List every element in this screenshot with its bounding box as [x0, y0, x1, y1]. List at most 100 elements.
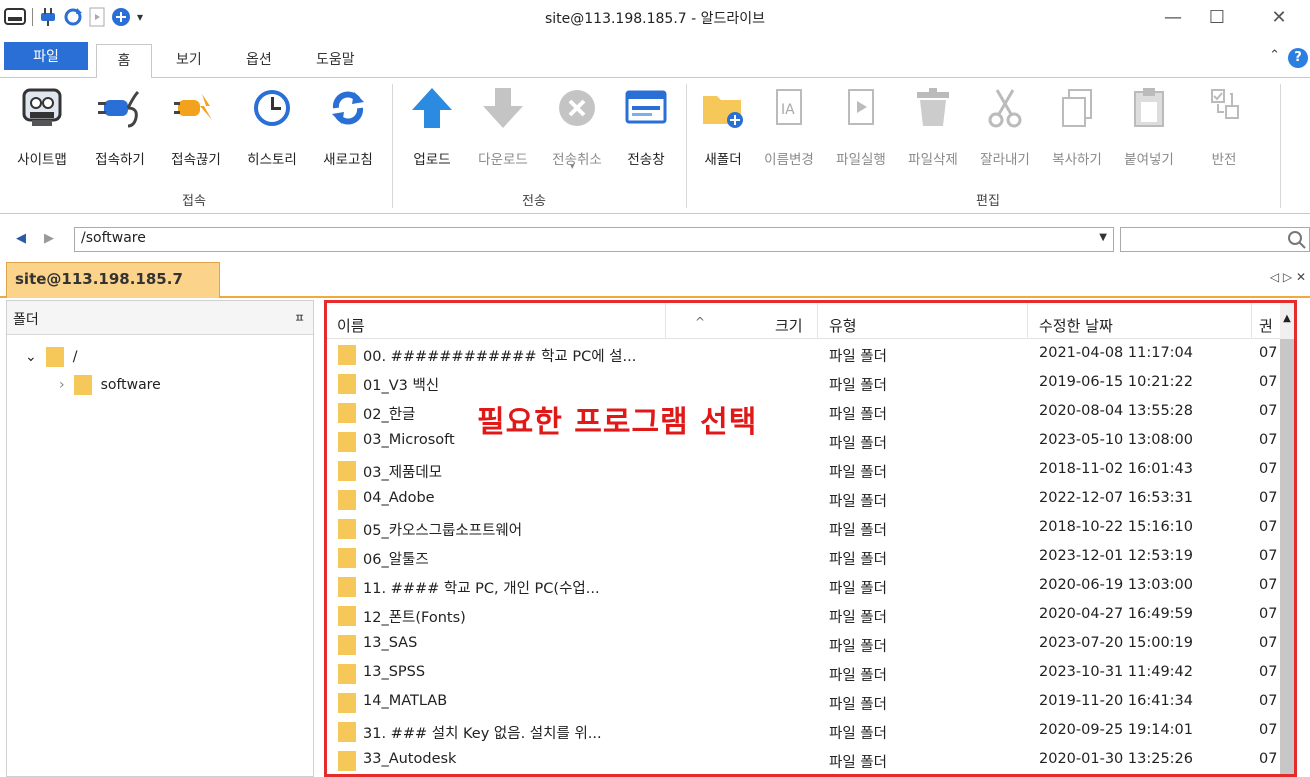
- expand-icon[interactable]: ⌄: [25, 349, 37, 365]
- invert-selection-button[interactable]: 반전: [1196, 86, 1252, 178]
- upload-arrow-icon: [412, 88, 452, 128]
- close-button[interactable]: ✕: [1256, 0, 1302, 34]
- help-icon[interactable]: ?: [1288, 48, 1308, 68]
- tree-item-label: software: [100, 377, 161, 393]
- upload-button[interactable]: 업로드: [404, 86, 460, 178]
- table-row[interactable]: 06_알툴즈 파일 폴더 2023-12-01 12:53:19 07: [327, 544, 1294, 570]
- delete-file-button[interactable]: 파일삭제: [898, 86, 968, 178]
- invert-select-icon: [1211, 89, 1239, 119]
- folder-pane: 폴더 ㅍ ⌄ / › software: [6, 300, 314, 777]
- column-name[interactable]: 이름: [337, 315, 365, 336]
- rename-button[interactable]: IA 이름변경: [754, 86, 824, 178]
- table-row[interactable]: 03_제품데모 파일 폴더 2018-11-02 16:01:43 07: [327, 457, 1294, 483]
- run-file-button[interactable]: 파일실행: [826, 86, 896, 178]
- pin-icon[interactable]: ㅍ: [294, 309, 305, 326]
- scroll-up-icon[interactable]: ▲: [1280, 303, 1294, 339]
- table-row[interactable]: 03_Microsoft 파일 폴더 2023-05-10 13:08:00 07: [327, 428, 1294, 454]
- paste-label: 붙여넣기: [1124, 152, 1174, 168]
- folder-icon: [338, 490, 356, 510]
- table-row[interactable]: 13_SPSS 파일 폴더 2023-10-31 11:49:42 07: [327, 660, 1294, 686]
- tab-view[interactable]: 보기: [162, 44, 216, 78]
- tab-file[interactable]: 파일: [4, 42, 88, 70]
- ribbon-separator: [1280, 84, 1281, 208]
- column-modified[interactable]: 수정한 날짜: [1039, 315, 1113, 336]
- ribbon: 사이트맵 접속하기 접속끊기 히스토리 새로고침 접속 업로드 다운로드 전송취…: [0, 78, 1310, 214]
- file-list: 이름 ^ 크기 유형 수정한 날짜 권 ▲ 00. ############ 학…: [324, 300, 1297, 777]
- search-input[interactable]: [1120, 227, 1310, 252]
- menu-tabs: 파일 홈 보기 옵션 도움말 ⌃ ?: [0, 40, 1310, 79]
- sitemap-button[interactable]: 사이트맵: [6, 86, 78, 178]
- table-row[interactable]: 11. #### 학교 PC, 개인 PC(수업... 파일 폴더 2020-06-…: [327, 573, 1294, 599]
- transfer-window-button[interactable]: 전송창: [614, 86, 678, 178]
- folder-icon: [338, 374, 356, 394]
- history-button[interactable]: 히스토리: [236, 86, 308, 178]
- column-divider[interactable]: [665, 303, 666, 339]
- cell-type: 파일 폴더: [829, 523, 887, 539]
- column-divider[interactable]: [1251, 303, 1252, 339]
- cell-modified: 2021-04-08 11:17:04: [1039, 345, 1193, 361]
- window-title: site@113.198.185.7 - 알드라이브: [544, 11, 766, 27]
- tab-help[interactable]: 도움말: [302, 44, 369, 78]
- column-divider[interactable]: [817, 303, 818, 339]
- table-row[interactable]: 13_SAS 파일 폴더 2023-07-20 15:00:19 07: [327, 631, 1294, 657]
- table-row[interactable]: 02_한글 파일 폴더 2020-08-04 13:55:28 07: [327, 399, 1294, 425]
- table-row[interactable]: 12_폰트(Fonts) 파일 폴더 2020-04-27 16:49:59 07: [327, 602, 1294, 628]
- minimize-button[interactable]: —: [1150, 0, 1196, 34]
- path-input[interactable]: /software ▼: [74, 227, 1114, 252]
- folder-pane-title: 폴더: [13, 312, 39, 328]
- collapse-ribbon-icon[interactable]: ⌃: [1269, 48, 1280, 63]
- table-row[interactable]: 04_Adobe 파일 폴더 2022-12-07 16:53:31 07: [327, 486, 1294, 512]
- cell-name: 13_SAS: [363, 635, 418, 651]
- tab-options[interactable]: 옵션: [232, 44, 286, 78]
- tree-item-label: /: [72, 349, 78, 365]
- folder-icon: [338, 693, 356, 713]
- path-dropdown-icon[interactable]: ▼: [1099, 232, 1107, 243]
- forward-icon[interactable]: ▶: [44, 231, 54, 246]
- folder-icon: [338, 635, 356, 655]
- table-row[interactable]: 00. ############ 학교 PC에 설... 파일 폴더 2021-04…: [327, 341, 1294, 367]
- refresh-button[interactable]: 새로고침: [312, 86, 384, 178]
- table-row[interactable]: 33_Autodesk 파일 폴더 2020-01-30 13:25:26 07: [327, 747, 1294, 773]
- cell-name: 31. ### 설치 Key 없음. 설치를 위...: [363, 726, 602, 742]
- tab-home[interactable]: 홈: [96, 44, 152, 79]
- group-transfer-label: 전송: [522, 194, 546, 209]
- download-button[interactable]: 다운로드: [468, 86, 538, 178]
- folder-icon: [338, 345, 356, 365]
- unplug-icon: [174, 94, 212, 120]
- search-icon[interactable]: [1287, 230, 1307, 250]
- clock-icon: [254, 90, 290, 126]
- column-size[interactable]: 크기: [775, 315, 803, 336]
- cell-name: 01_V3 백신: [363, 378, 440, 394]
- paste-button[interactable]: 붙여넣기: [1114, 86, 1184, 178]
- folder-icon: [338, 751, 356, 771]
- tab-nav-icons[interactable]: ◁ ▷ ✕: [1270, 270, 1306, 284]
- cell-modified: 2023-05-10 13:08:00: [1039, 432, 1193, 448]
- copy-label: 복사하기: [1052, 152, 1102, 168]
- tab-connection[interactable]: site@113.198.185.7: [6, 262, 220, 298]
- table-row[interactable]: 01_V3 백신 파일 폴더 2019-06-15 10:21:22 07: [327, 370, 1294, 396]
- back-icon[interactable]: ◀: [16, 231, 26, 246]
- column-divider[interactable]: [1027, 303, 1028, 339]
- tree-item-root[interactable]: ⌄ /: [25, 345, 77, 369]
- table-row[interactable]: 31. ### 설치 Key 없음. 설치를 위... 파일 폴더 2020-09-…: [327, 718, 1294, 744]
- table-row[interactable]: 05_카오스그룹소프트웨어 파일 폴더 2018-10-22 15:16:10 07: [327, 515, 1294, 541]
- connect-button[interactable]: 접속하기: [84, 86, 156, 178]
- history-label: 히스토리: [247, 152, 297, 168]
- tree-item-software[interactable]: › software: [59, 373, 161, 397]
- column-type[interactable]: 유형: [829, 315, 857, 336]
- new-folder-button[interactable]: 새폴더: [694, 86, 752, 178]
- cell-type: 파일 폴더: [829, 755, 887, 771]
- vertical-scrollbar[interactable]: [1280, 339, 1294, 774]
- cancel-transfer-button[interactable]: 전송취소 ▾: [542, 86, 612, 178]
- maximize-button[interactable]: ☐: [1194, 0, 1240, 34]
- expand-icon[interactable]: ›: [59, 377, 65, 393]
- transfer-window-icon: [625, 90, 667, 124]
- cut-button[interactable]: 잘라내기: [970, 86, 1040, 178]
- table-row[interactable]: 14_MATLAB 파일 폴더 2019-11-20 16:41:34 07: [327, 689, 1294, 715]
- new-folder-icon: [703, 96, 743, 128]
- cell-name: 12_폰트(Fonts): [363, 610, 466, 626]
- column-permission[interactable]: 권: [1259, 315, 1273, 336]
- disconnect-button[interactable]: 접속끊기: [160, 86, 232, 178]
- cancel-dropdown-icon[interactable]: ▾: [570, 162, 575, 172]
- copy-button[interactable]: 복사하기: [1042, 86, 1112, 178]
